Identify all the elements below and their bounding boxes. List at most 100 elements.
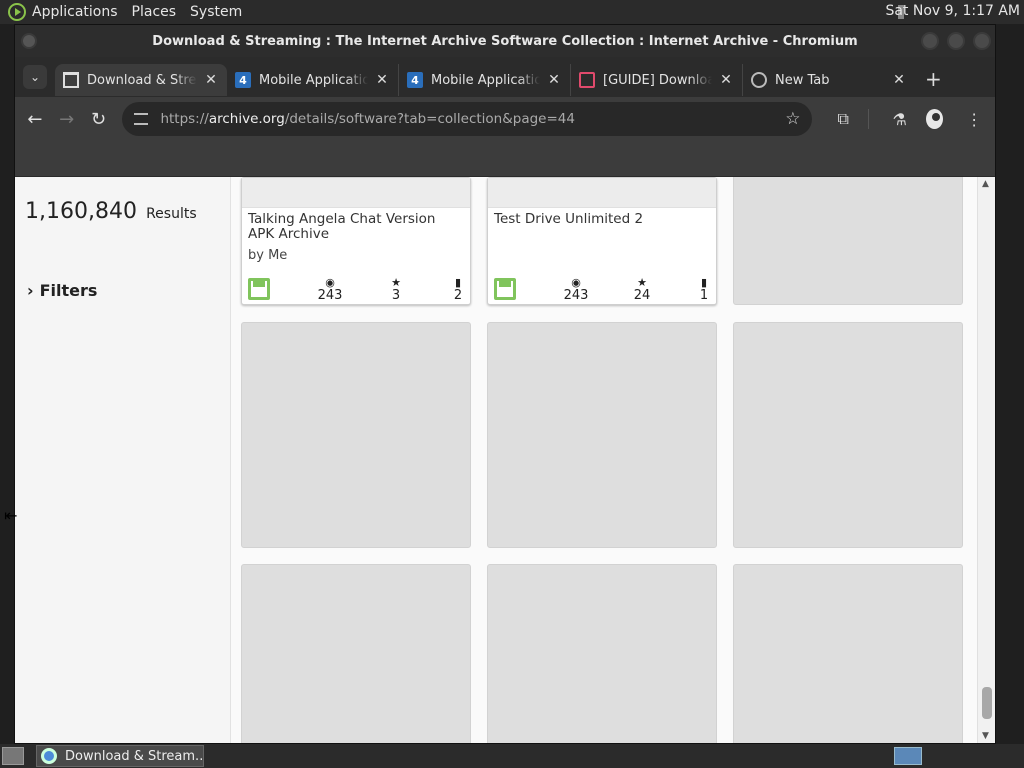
star-icon: ★ — [637, 276, 647, 289]
comment-icon: ▮ — [700, 276, 708, 289]
loading-card-placeholder[interactable] — [487, 564, 717, 743]
result-card[interactable]: Test Drive Unlimited 2 ◉ 243 ★ 24 ▮ 1 — [487, 177, 717, 305]
close-tab-icon[interactable]: ✕ — [891, 72, 907, 88]
scroll-down-icon[interactable]: ▼ — [982, 731, 989, 741]
software-floppy-icon — [248, 278, 270, 300]
results-number: 1,160,840 — [25, 199, 137, 224]
browser-toolbar: ← → ↻ https://archive.org/details/softwa… — [15, 97, 995, 141]
globe-icon — [751, 72, 767, 88]
comment-icon: ▮ — [454, 276, 462, 289]
tab-title: Mobile Application — [431, 72, 540, 88]
close-tab-icon[interactable]: ✕ — [718, 72, 734, 88]
minimize-button[interactable] — [921, 32, 939, 50]
bookmark-bar — [15, 141, 995, 177]
page-content: 1,160,840 Results › Filters Talking Angel… — [15, 177, 995, 743]
chromium-icon — [41, 748, 57, 764]
result-card[interactable]: Talking Angela Chat Version APK Archive … — [241, 177, 471, 305]
tab-title: [GUIDE] Download — [603, 72, 712, 88]
labs-flask-icon[interactable]: ⚗ — [887, 110, 913, 129]
tab-download-streaming[interactable]: Download & Streaming ✕ — [55, 64, 227, 96]
card-thumbnail[interactable] — [488, 178, 716, 208]
window-title: Download & Streaming : The Internet Arch… — [152, 33, 858, 49]
places-menu[interactable]: Places — [132, 4, 177, 20]
tab-mobile-application-1[interactable]: 4 Mobile Application ✕ — [227, 64, 399, 96]
reload-button[interactable]: ↻ — [87, 105, 111, 133]
url-prefix: https:// — [160, 111, 209, 127]
scroll-up-icon[interactable]: ▲ — [982, 179, 989, 189]
results-label: Results — [146, 206, 197, 222]
browser-window: Download & Streaming : The Internet Arch… — [14, 24, 996, 744]
close-tab-icon[interactable]: ✕ — [374, 72, 390, 88]
software-floppy-icon — [494, 278, 516, 300]
site-4-icon: 4 — [407, 72, 423, 88]
reviews-stat: ▮ 1 — [684, 277, 724, 303]
loading-card-placeholder[interactable] — [241, 322, 471, 548]
profile-avatar-icon[interactable] — [926, 109, 944, 129]
show-desktop-button[interactable] — [2, 747, 24, 765]
loading-card-placeholder[interactable] — [241, 564, 471, 743]
results-grid: Talking Angela Chat Version APK Archive … — [241, 177, 965, 743]
bookmark-star-icon[interactable]: ☆ — [785, 109, 800, 129]
views-stat: ◉ 243 — [310, 277, 350, 303]
card-title[interactable]: Talking Angela Chat Version APK Archive — [242, 208, 470, 246]
address-bar[interactable]: https://archive.org/details/software?tab… — [122, 102, 813, 136]
views-stat: ◉ 243 — [556, 277, 596, 303]
filters-toggle[interactable]: › Filters — [27, 281, 97, 300]
chevron-right-icon: › — [27, 281, 34, 300]
mouse-cursor-icon: ⇤ — [4, 506, 18, 525]
forward-button[interactable]: → — [55, 105, 79, 133]
tab-search-button[interactable]: ⌄ — [23, 65, 47, 89]
site-4-icon: 4 — [235, 72, 251, 88]
back-button[interactable]: ← — [23, 105, 47, 133]
tab-title: Download & Streaming — [87, 72, 197, 88]
results-count: 1,160,840 Results — [25, 199, 197, 224]
card-byline — [488, 246, 716, 268]
system-menu[interactable]: System — [190, 4, 242, 20]
star-icon: ★ — [391, 276, 401, 289]
window-menu-button[interactable] — [21, 33, 37, 49]
card-thumbnail[interactable] — [242, 178, 470, 208]
applications-menu[interactable]: Applications — [32, 4, 118, 20]
tab-title: New Tab — [775, 72, 830, 88]
url-host: archive.org — [208, 111, 285, 127]
card-stats: ◉ 243 ★ 3 ▮ 2 — [242, 274, 470, 304]
page-scrollbar[interactable]: ▲ ▼ — [977, 177, 995, 743]
toolbar-divider — [867, 109, 869, 129]
workspace-switcher[interactable] — [894, 747, 922, 765]
taskbar-task-label: Download & Stream... — [65, 748, 204, 764]
loading-card-placeholder[interactable] — [487, 322, 717, 548]
bottom-taskbar: Download & Stream... — [0, 744, 1024, 768]
loading-card-placeholder[interactable] — [733, 564, 963, 743]
tab-new-tab[interactable]: New Tab ✕ — [743, 64, 915, 96]
guide-icon — [579, 72, 595, 88]
favorites-stat: ★ 3 — [376, 277, 416, 303]
tab-guide-download[interactable]: [GUIDE] Download ✕ — [571, 64, 743, 96]
more-menu-icon[interactable]: ⋮ — [961, 110, 987, 129]
tab-title: Mobile Application — [259, 72, 368, 88]
top-panel: Applications Places System Sat Nov 9, 1:… — [0, 0, 1024, 24]
loading-card-placeholder[interactable] — [733, 322, 963, 548]
window-titlebar[interactable]: Download & Streaming : The Internet Arch… — [15, 25, 995, 57]
filters-label: Filters — [39, 281, 98, 300]
close-tab-icon[interactable]: ✕ — [203, 72, 219, 88]
taskbar-chromium-window[interactable]: Download & Stream... — [36, 745, 204, 767]
eye-icon: ◉ — [325, 276, 335, 289]
scrollbar-thumb[interactable] — [982, 687, 992, 719]
tab-mobile-application-2[interactable]: 4 Mobile Application ✕ — [399, 64, 571, 96]
new-tab-button[interactable]: + — [925, 67, 942, 91]
close-tab-icon[interactable]: ✕ — [546, 72, 562, 88]
maximize-button[interactable] — [947, 32, 965, 50]
close-window-button[interactable] — [973, 32, 991, 50]
site-info-icon[interactable] — [134, 113, 149, 125]
card-stats: ◉ 243 ★ 24 ▮ 1 — [488, 274, 716, 304]
distro-logo-icon[interactable] — [8, 3, 26, 21]
tab-strip: ⌄ Download & Streaming ✕ 4 Mobile Applic… — [15, 57, 995, 97]
extensions-icon[interactable]: ⧉ — [830, 109, 856, 129]
favorites-stat: ★ 24 — [622, 277, 662, 303]
loading-card-placeholder[interactable] — [733, 177, 963, 305]
clock[interactable]: Sat Nov 9, 1:17 AM — [885, 3, 1020, 19]
card-title[interactable]: Test Drive Unlimited 2 — [488, 208, 716, 246]
reviews-stat: ▮ 2 — [438, 277, 478, 303]
internet-archive-icon — [63, 72, 79, 88]
results-sidebar: 1,160,840 Results › Filters — [15, 177, 231, 743]
